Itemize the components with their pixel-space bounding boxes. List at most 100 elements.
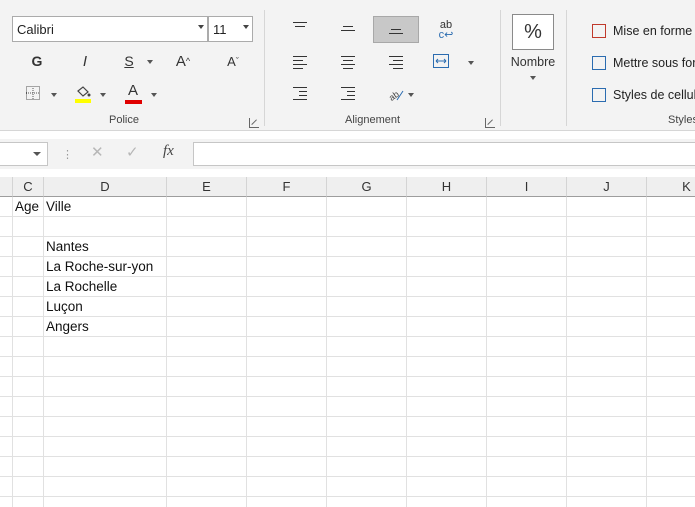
font-name-value: Calibri: [17, 22, 54, 37]
cell-d3[interactable]: Nantes: [46, 237, 89, 257]
cancel-icon[interactable]: ✕: [91, 143, 104, 161]
name-box[interactable]: [0, 142, 48, 166]
align-center-icon[interactable]: [341, 56, 355, 72]
font-shrink-icon: A: [227, 53, 236, 69]
insert-function-icon[interactable]: fx: [163, 143, 174, 160]
gridline: [0, 396, 695, 397]
police-group-label: Police: [109, 114, 139, 126]
chevron-down-icon: [33, 152, 41, 156]
cell-c1[interactable]: Age: [15, 197, 39, 217]
chevron-down-icon: [147, 60, 153, 64]
increase-font-button[interactable]: A ^: [170, 50, 196, 72]
text-orientation-icon: ab: [387, 89, 404, 102]
decrease-indent-icon[interactable]: [293, 87, 307, 103]
police-dialog-launcher-icon[interactable]: [249, 118, 259, 128]
font-color-icon: A: [127, 82, 138, 99]
merge-dropdown[interactable]: [466, 58, 476, 68]
increase-indent-icon[interactable]: [341, 87, 355, 103]
fill-color-bar: [75, 98, 91, 103]
column-header-g[interactable]: G: [327, 177, 407, 197]
borders-button[interactable]: [25, 85, 41, 101]
conditional-formatting-button[interactable]: Mise en forme: [592, 20, 692, 42]
borders-icon: [26, 86, 40, 100]
font-color-button[interactable]: A: [124, 83, 142, 104]
orientation-button[interactable]: ab: [386, 85, 406, 103]
wrap-arrow-icon: c↩: [438, 29, 454, 41]
chevron-down-icon: [100, 93, 106, 97]
column-header-d[interactable]: D: [44, 177, 167, 197]
cell-d5[interactable]: La Rochelle: [46, 277, 117, 297]
svg-text:ab: ab: [387, 89, 401, 102]
fill-color-button[interactable]: [74, 84, 92, 104]
column-header-i[interactable]: I: [487, 177, 567, 197]
styles-group-label: Styles: [668, 114, 695, 126]
bold-button[interactable]: G: [26, 50, 48, 72]
underline-button[interactable]: S: [118, 50, 140, 72]
column-header-h[interactable]: H: [407, 177, 487, 197]
font-size-combo[interactable]: 11: [208, 16, 253, 42]
column-header-k[interactable]: K: [647, 177, 695, 197]
align-bottom-button[interactable]: [373, 16, 419, 43]
cell-d6[interactable]: Luçon: [46, 297, 83, 317]
column-header-e[interactable]: E: [167, 177, 247, 197]
merge-center-button[interactable]: [432, 53, 450, 69]
alignment-group-label: Alignement: [345, 114, 401, 126]
italic-button[interactable]: I: [74, 50, 96, 72]
chevron-down-icon: [151, 93, 157, 97]
gridline: [646, 197, 647, 507]
cell-d7[interactable]: Angers: [46, 317, 89, 337]
number-dropdown[interactable]: [529, 74, 537, 82]
formula-input[interactable]: [193, 142, 695, 166]
gridline: [0, 456, 695, 457]
orientation-dropdown[interactable]: [406, 90, 416, 100]
font-color-dropdown[interactable]: [149, 90, 159, 100]
group-separator: [264, 10, 265, 126]
gridline: [0, 336, 695, 337]
wrap-text-button[interactable]: ab c↩: [436, 19, 456, 41]
gridline: [166, 197, 167, 507]
enter-icon[interactable]: ✓: [126, 143, 139, 161]
column-header-partial[interactable]: [0, 177, 13, 197]
alignment-dialog-launcher-icon[interactable]: [485, 118, 495, 128]
chevron-down-icon: [408, 93, 414, 97]
font-name-combo[interactable]: Calibri: [12, 16, 208, 42]
cell-styles-icon: [592, 88, 606, 102]
font-color-bar: [124, 100, 142, 104]
cell-styles-label: Styles de cellule: [613, 88, 695, 102]
conditional-formatting-icon: [592, 24, 606, 38]
gridline: [406, 197, 407, 507]
column-header-c[interactable]: C: [13, 177, 44, 197]
cell-d1[interactable]: Ville: [46, 197, 71, 217]
column-header-f[interactable]: F: [247, 177, 327, 197]
gridline: [0, 236, 695, 237]
column-header-j[interactable]: J: [567, 177, 647, 197]
formula-bar-grip-icon: ⋮: [62, 149, 73, 161]
align-top-icon[interactable]: [293, 22, 307, 30]
gridline: [566, 197, 567, 507]
align-left-icon[interactable]: [293, 56, 307, 72]
conditional-formatting-label: Mise en forme: [613, 24, 693, 38]
worksheet-grid[interactable]: Age Ville Nantes La Roche-sur-yon La Roc…: [0, 197, 695, 507]
align-right-icon[interactable]: [389, 56, 403, 72]
format-as-table-button[interactable]: Mettre sous for: [592, 52, 695, 74]
chevron-down-icon: [468, 61, 474, 65]
decrease-font-button[interactable]: Aˇ: [220, 50, 246, 72]
underline-dropdown[interactable]: [144, 56, 156, 68]
group-separator: [566, 10, 567, 126]
gridline: [246, 197, 247, 507]
borders-dropdown[interactable]: [49, 90, 59, 100]
font-grow-icon: A: [175, 52, 186, 70]
align-middle-icon[interactable]: [341, 26, 355, 34]
ribbon: Calibri 11 G I S A ^ Aˇ A Police ab c↩ a…: [0, 0, 695, 131]
font-size-value: 11: [213, 22, 227, 37]
gridline: [0, 496, 695, 497]
gridline: [0, 356, 695, 357]
gridline: [0, 216, 695, 217]
number-label: Nombre: [510, 55, 556, 69]
merge-cells-icon: [433, 54, 449, 68]
number-format-button[interactable]: %: [512, 14, 554, 50]
cell-d4[interactable]: La Roche-sur-yon: [46, 257, 153, 277]
table-icon: [592, 56, 606, 70]
fill-color-dropdown[interactable]: [98, 90, 108, 100]
cell-styles-button[interactable]: Styles de cellule: [592, 84, 695, 106]
